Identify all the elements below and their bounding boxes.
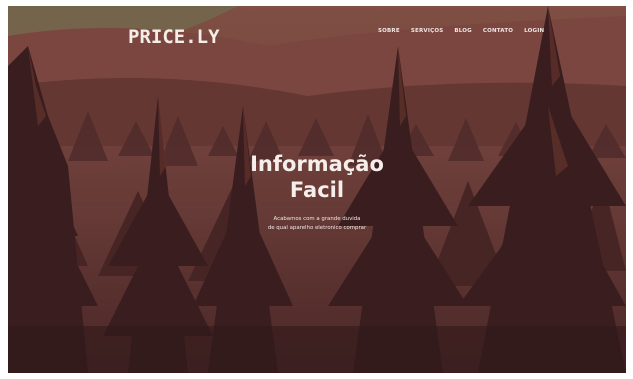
nav-item-blog[interactable]: BLOG — [454, 27, 472, 35]
brand-logo[interactable]: PRICE.LY — [128, 26, 220, 48]
hero-title-line-1: Informação — [250, 152, 384, 176]
hero-section: PRICE.LY SOBRE SERVIÇOS BLOG CONTATO LOG… — [8, 6, 626, 373]
hero-subtitle-line-2: de qual aparelho eletronico comprar — [267, 225, 367, 231]
hero-subtitle-line-1: Acabamos com a grande duvida — [273, 216, 361, 222]
hero-title-line-2: Facil — [289, 178, 345, 202]
nav-item-contato[interactable]: CONTATO — [483, 27, 513, 35]
nav-item-login[interactable]: LOGIN — [524, 27, 544, 35]
nav-item-sobre[interactable]: SOBRE — [378, 27, 400, 35]
nav-item-servicos[interactable]: SERVIÇOS — [411, 27, 444, 35]
main-navigation: SOBRE SERVIÇOS BLOG CONTATO LOGIN — [378, 27, 555, 35]
hero-title: Informação Facil — [8, 151, 626, 203]
hero-subtitle: Acabamos com a grande duvida de qual apa… — [8, 215, 626, 233]
